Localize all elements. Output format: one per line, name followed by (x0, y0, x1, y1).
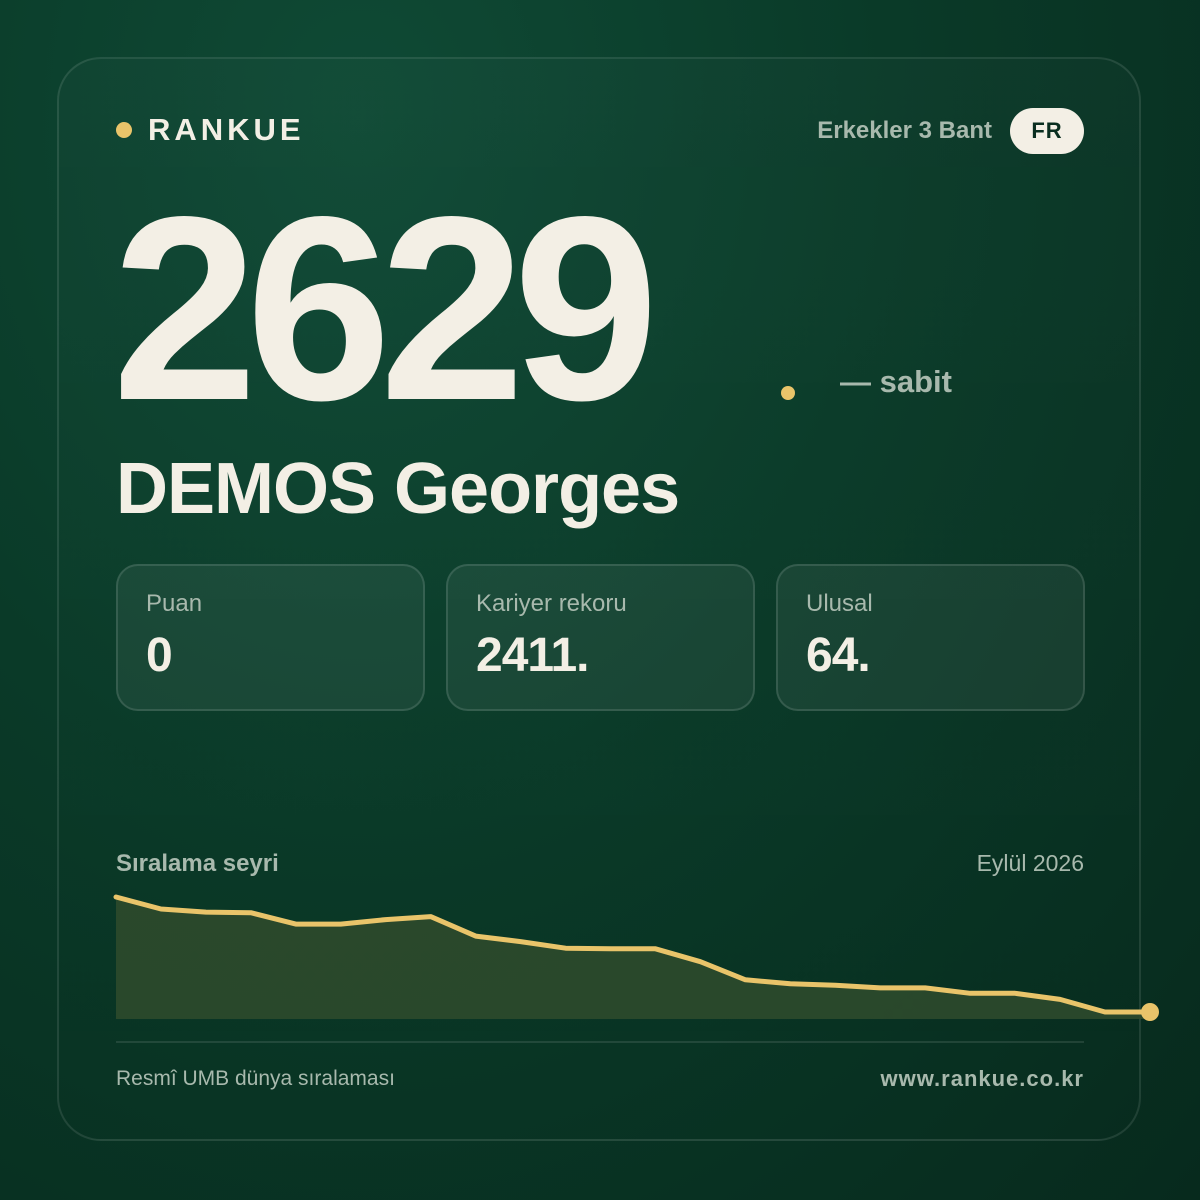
chart-endpoint-marker (1141, 1003, 1159, 1021)
footer-source: Resmî UMB dünya sıralaması (116, 1067, 395, 1090)
footer-url[interactable]: www.rankue.co.kr (881, 1066, 1084, 1092)
footer-divider (116, 1041, 1084, 1043)
rank-history-chart (113, 894, 1159, 1021)
